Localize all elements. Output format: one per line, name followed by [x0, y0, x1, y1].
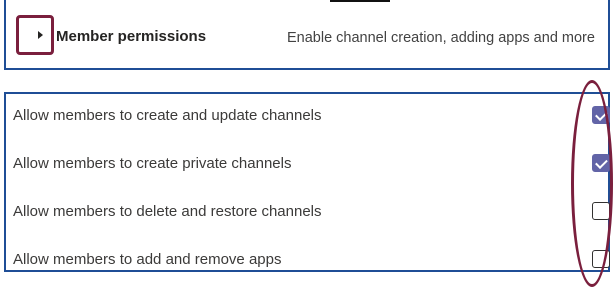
permission-row-delete-restore-channels: Allow members to delete and restore chan… [6, 190, 610, 238]
permission-checkbox[interactable] [592, 106, 610, 124]
expander-highlight-annotation [16, 15, 54, 55]
member-permissions-title: Member permissions [56, 28, 207, 45]
permission-checkbox[interactable] [592, 250, 610, 268]
member-permissions-header[interactable]: Member permissions Enable channel creati… [4, 0, 610, 70]
permission-row-create-update-channels: Allow members to create and update chann… [6, 94, 610, 142]
member-permissions-description: Enable channel creation, adding apps and… [287, 30, 595, 46]
permission-checkbox[interactable] [592, 202, 610, 220]
permission-label: Allow members to create private channels [13, 155, 292, 172]
permission-list: Allow members to create and update chann… [4, 92, 610, 272]
permission-row-add-remove-apps: Allow members to add and remove apps [6, 238, 610, 286]
permission-label: Allow members to create and update chann… [13, 107, 322, 124]
permission-checkbox[interactable] [592, 154, 610, 172]
chevron-right-icon[interactable] [38, 31, 43, 39]
permission-label: Allow members to add and remove apps [13, 251, 282, 268]
permission-row-create-private-channels: Allow members to create private channels [6, 142, 610, 190]
permission-label: Allow members to delete and restore chan… [13, 203, 322, 220]
